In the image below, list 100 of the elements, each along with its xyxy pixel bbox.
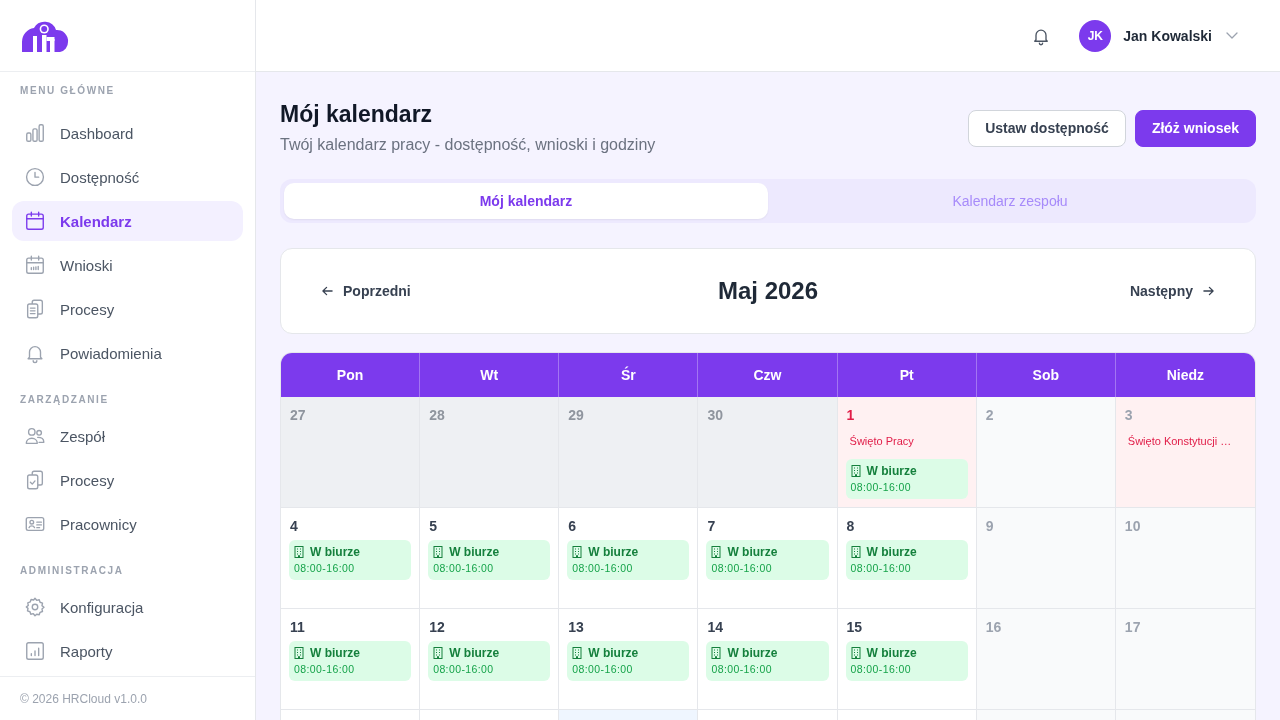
- day-number: 11: [289, 618, 306, 637]
- event-title: W biurze: [727, 544, 778, 560]
- clock-icon: [24, 166, 46, 188]
- tab[interactable]: Mój kalendarz: [284, 183, 768, 219]
- building-icon: [294, 546, 304, 558]
- building-icon: [572, 546, 583, 558]
- day-number: 17: [1123, 618, 1142, 637]
- event-time: 08:00-16:00: [294, 561, 356, 575]
- chevron-down-icon[interactable]: [1226, 32, 1238, 39]
- settings-icon: [24, 596, 46, 618]
- day-number: 30: [706, 406, 724, 425]
- arrow-right-icon: [1203, 286, 1214, 296]
- day-number: 10: [1123, 517, 1142, 536]
- next-month-button[interactable]: Następny: [1117, 275, 1226, 307]
- event-title: W biurze: [866, 544, 917, 560]
- event-card[interactable]: W biurze 08:00-16:00: [706, 641, 829, 681]
- event-card[interactable]: W biurze 08:00-16:00: [428, 641, 551, 681]
- day-number: 1: [845, 406, 856, 425]
- day-number: 15: [845, 618, 864, 637]
- day-number: 8: [845, 517, 856, 536]
- event-title: W biurze: [310, 544, 360, 560]
- day-number: 16: [984, 618, 1003, 637]
- calendar-icon: [24, 210, 46, 232]
- day-number: 27: [289, 406, 307, 425]
- building-icon: [433, 647, 444, 659]
- calendar-day-cell[interactable]: 3 Święto Konstytucji …: [1115, 397, 1255, 508]
- calendar-day-cell[interactable]: 7 W biurze 08:00-16:00: [698, 508, 838, 609]
- event-title: W biurze: [866, 645, 917, 661]
- sidebar-item[interactable]: Pracownicy: [12, 504, 243, 544]
- version-text: © 2026 HRCloud v1.0.0: [20, 691, 147, 706]
- holiday-label: Święto Konstytucji …: [1126, 434, 1233, 449]
- day-number: 3: [1123, 406, 1134, 425]
- day-number: 7: [706, 517, 717, 536]
- bar-chart-icon: [24, 122, 46, 144]
- month-title: Maj 2026: [717, 277, 819, 305]
- calendar-day-cell[interactable]: 13 W biurze 08:00-16:00: [559, 609, 699, 710]
- event-card[interactable]: W biurze 08:00-16:00: [706, 540, 829, 580]
- calendar-day-cell[interactable]: 14 W biurze 08:00-16:00: [698, 609, 838, 710]
- sidebar-item[interactable]: Konfiguracja: [12, 587, 243, 627]
- sidebar-item[interactable]: Kalendarz: [12, 201, 243, 241]
- previous-month-button[interactable]: Poprzedni: [310, 275, 423, 307]
- sidebar-item[interactable]: Raporty: [12, 631, 243, 671]
- event-title: W biurze: [588, 544, 639, 560]
- calendar-day-cell[interactable]: 1 Święto Pracy W biurze 08:00-16:00: [837, 397, 977, 508]
- event-card[interactable]: W biurze 08:00-16:00: [567, 641, 690, 681]
- sidebar-item[interactable]: Procesy: [12, 289, 243, 329]
- report-chart-icon: [24, 640, 46, 662]
- event-time: 08:00-16:00: [850, 480, 912, 494]
- sidebar-item[interactable]: Powiadomienia: [12, 333, 243, 373]
- section-heading: MENU GŁÓWNE: [19, 85, 116, 97]
- arrow-left-icon: [322, 286, 333, 296]
- users-icon: [24, 425, 46, 447]
- user-avatar[interactable]: JK: [1079, 19, 1112, 52]
- day-number: 6: [567, 517, 578, 536]
- building-icon: [850, 465, 861, 477]
- sidebar-item[interactable]: Dostępność: [12, 157, 243, 197]
- event-card[interactable]: W biurze 08:00-16:00: [845, 459, 968, 499]
- building-icon: [850, 546, 861, 558]
- holiday-label: Święto Pracy: [848, 434, 915, 449]
- event-card[interactable]: W biurze 08:00-16:00: [289, 540, 412, 580]
- day-number: 12: [428, 618, 446, 637]
- event-time: 08:00-16:00: [294, 662, 356, 676]
- building-icon: [711, 546, 722, 558]
- user-name[interactable]: Jan Kowalski: [1123, 27, 1212, 44]
- day-number: 14: [706, 618, 724, 637]
- event-card[interactable]: W biurze 08:00-16:00: [289, 641, 412, 681]
- event-card[interactable]: W biurze 08:00-16:00: [567, 540, 690, 580]
- event-time: 08:00-16:00: [572, 561, 634, 575]
- submit-request-button[interactable]: Złóż wniosek: [1134, 109, 1256, 147]
- event-card[interactable]: W biurze 08:00-16:00: [845, 540, 968, 580]
- calendar-grid-icon: [24, 254, 46, 276]
- event-card[interactable]: W biurze 08:00-16:00: [845, 641, 968, 681]
- calendar-day-cell[interactable]: 4 W biurze 08:00-16:00: [281, 508, 421, 609]
- section-heading: ZARZĄDZANIE: [19, 394, 110, 406]
- page-title: Mój kalendarz: [280, 100, 434, 128]
- building-icon: [711, 647, 722, 659]
- calendar-day-cell[interactable]: 11 W biurze 08:00-16:00: [281, 609, 421, 710]
- calendar-day-cell[interactable]: 15 W biurze 08:00-16:00: [837, 609, 977, 710]
- sidebar-item[interactable]: Dashboard: [12, 113, 243, 153]
- calendar-day-cell[interactable]: 5 W biurze 08:00-16:00: [420, 508, 560, 609]
- event-title: W biurze: [588, 645, 639, 661]
- event-time: 08:00-16:00: [711, 662, 773, 676]
- event-time: 08:00-16:00: [433, 662, 495, 676]
- calendar-day-cell[interactable]: 12 W biurze 08:00-16:00: [420, 609, 560, 710]
- sidebar-item[interactable]: Zespół: [12, 416, 243, 456]
- availability-button[interactable]: Ustaw dostępność: [968, 109, 1126, 147]
- clipboard-list-icon: [24, 298, 46, 320]
- clipboard-check-icon: [24, 469, 46, 491]
- event-time: 08:00-16:00: [711, 561, 773, 575]
- event-card[interactable]: W biurze 08:00-16:00: [428, 540, 551, 580]
- day-number: 2: [984, 406, 995, 425]
- event-time: 08:00-16:00: [850, 662, 912, 676]
- event-time: 08:00-16:00: [433, 561, 495, 575]
- sidebar-item[interactable]: Procesy: [12, 460, 243, 500]
- cloud-logo-icon[interactable]: [20, 19, 70, 52]
- sidebar-item[interactable]: Wnioski: [12, 245, 243, 285]
- event-title: W biurze: [866, 463, 917, 479]
- calendar-day-cell[interactable]: 8 W biurze 08:00-16:00: [837, 508, 977, 609]
- weekday-header: Niedz: [1165, 366, 1206, 385]
- calendar-day-cell[interactable]: 6 W biurze 08:00-16:00: [559, 508, 699, 609]
